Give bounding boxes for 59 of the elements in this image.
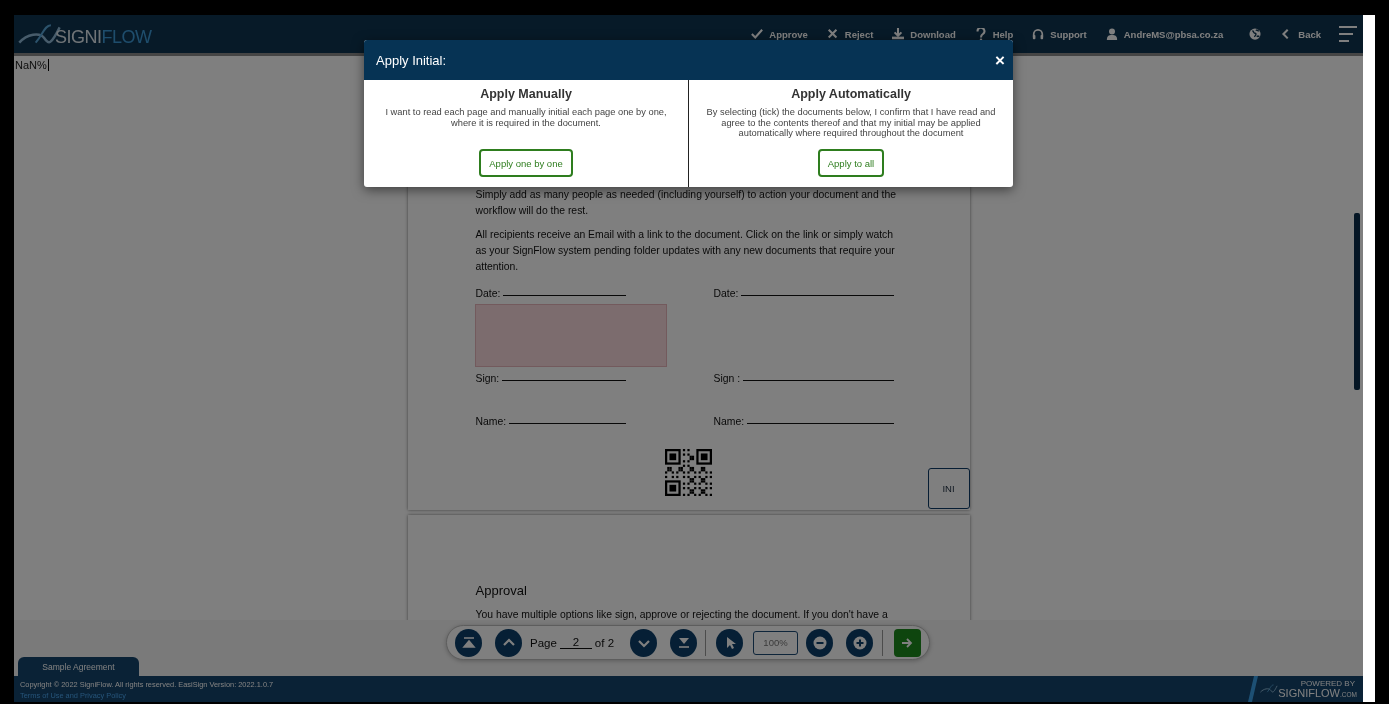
field-label: Name: — [713, 416, 745, 427]
document-tab[interactable]: Sample Agreement — [18, 657, 139, 676]
section-heading: Approval — [475, 583, 528, 599]
check-icon — [751, 27, 764, 41]
logo-wordmark: SIGNIFLOW — [55, 27, 152, 47]
slash-icon — [1248, 676, 1259, 702]
zoom-in-button[interactable] — [846, 628, 873, 657]
initial-field[interactable]: INI — [927, 468, 970, 509]
field-label: Sign: — [475, 373, 500, 384]
headset-icon — [1032, 27, 1045, 41]
user-icon — [1105, 27, 1118, 41]
close-icon — [826, 27, 839, 41]
back-button[interactable]: Back — [1280, 27, 1321, 41]
document-paragraph: You have multiple options like sign, approve or rejecting the document. If you don't have a — [475, 608, 889, 620]
apply-button[interactable]: Apply to all — [817, 149, 885, 177]
scrollbar-thumb[interactable] — [1354, 213, 1360, 390]
dialog-title: Apply Initial: — [376, 52, 447, 68]
user-button[interactable]: AndreMS@pbsa.co.za — [1105, 27, 1224, 41]
globe-icon[interactable] — [1249, 27, 1262, 41]
next-button[interactable] — [894, 628, 921, 657]
zoom-readout: NaN% — [15, 59, 49, 71]
field-label: Date: — [475, 288, 501, 299]
page-total: of 2 — [594, 636, 615, 649]
option-heading: Apply Manually — [480, 86, 572, 102]
option-description: By selecting (tick) the documents below, I confirm that I have read and agree to the contents thereof and that my initial may be applied automatically where required throughout the document — [705, 107, 997, 139]
option-description: I want to read each page and manually initial each page one by one, where it is required in the document. — [384, 107, 668, 128]
help-icon — [974, 27, 987, 41]
option-heading: Apply Automatically — [791, 86, 911, 102]
reject-button[interactable]: Reject — [826, 27, 874, 41]
field-label: Name: — [475, 416, 507, 427]
powered-by-caption: POWERED BY — [1300, 678, 1355, 688]
help-button[interactable]: Help — [974, 27, 1014, 41]
first-page-button[interactable] — [455, 628, 482, 657]
next-page-button[interactable] — [630, 628, 658, 657]
field-label: Date: — [713, 288, 739, 299]
document-paragraph: Simply add as many people as needed (including yourself) to action your document and the workflow will do the rest. — [475, 188, 897, 218]
download-button[interactable]: Download — [892, 27, 956, 41]
support-button[interactable]: Support — [1032, 27, 1087, 41]
download-icon — [892, 27, 905, 41]
menu-icon[interactable] — [1339, 25, 1357, 43]
plus-icon — [851, 634, 868, 651]
page-number-field[interactable]: 2 — [559, 636, 592, 649]
document-paragraph: All recipients receive an Email with a link to the document. Click on the link or simply watch as your SignFlow system pending folder updates with any new documents that require your attention. — [475, 228, 896, 274]
arrow-right-icon — [900, 635, 915, 650]
zoom-out-button[interactable] — [806, 628, 833, 657]
last-page-button[interactable] — [670, 628, 698, 657]
minus-icon — [811, 634, 828, 651]
logo-mark-icon — [1260, 683, 1279, 695]
previous-page-button[interactable] — [495, 628, 522, 657]
field-label: Sign : — [713, 373, 741, 384]
approve-button[interactable]: Approve — [751, 27, 808, 41]
apply-button[interactable]: Apply one by one — [479, 149, 573, 177]
window-scrollbar[interactable] — [1363, 15, 1375, 702]
page-label: Page — [530, 636, 557, 649]
select-tool-button[interactable] — [716, 628, 743, 657]
close-button[interactable]: × — [995, 51, 1005, 69]
zoom-field[interactable]: 100% — [753, 630, 798, 655]
qr-code-drawing — [665, 449, 712, 496]
first-page-icon — [460, 634, 477, 651]
